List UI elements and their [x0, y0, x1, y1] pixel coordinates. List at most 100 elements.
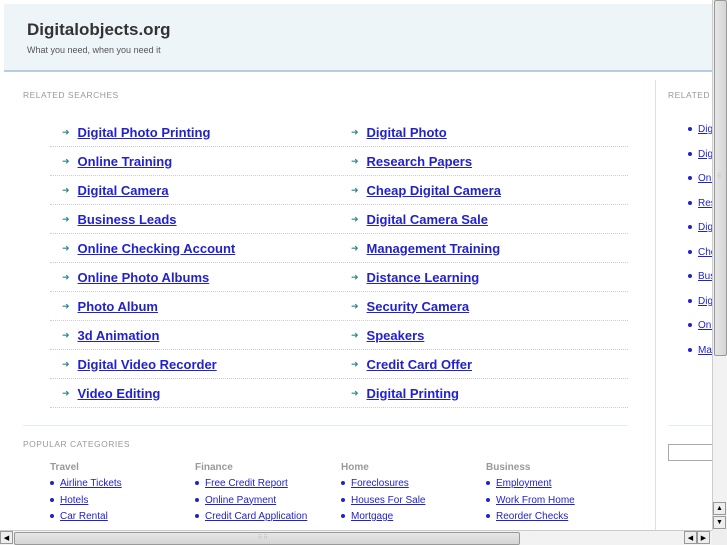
related-link[interactable]: Research Papers — [367, 154, 473, 169]
header: Digitalobjects.org What you need, when y… — [4, 4, 712, 72]
related-link[interactable]: Photo Album — [78, 299, 158, 314]
category-item: Car Rental — [50, 511, 190, 528]
related-link[interactable]: Online Checking Account — [78, 241, 236, 256]
related-row: ➜ Digital Photo Printing ➜ Digital Photo — [50, 118, 628, 147]
related-item: ➜ Research Papers — [339, 147, 628, 175]
category-link[interactable]: Employment — [496, 478, 552, 489]
scroll-left-button[interactable]: ◀ — [0, 531, 13, 544]
sidebar-related-label: RELATED — [668, 90, 711, 100]
vertical-scroll-thumb[interactable]: ⠿ — [714, 0, 727, 356]
related-link[interactable]: Digital Photo — [367, 125, 447, 140]
category-title: Finance — [195, 462, 233, 473]
category-link[interactable]: Foreclosures — [351, 478, 409, 489]
arrow-icon: ➜ — [351, 358, 359, 369]
related-item: ➜ Digital Video Recorder — [50, 350, 339, 378]
scroll-right-button[interactable]: ▶ — [697, 531, 710, 544]
search-input[interactable] — [668, 444, 712, 461]
category-link[interactable]: Car Rental — [60, 511, 108, 522]
related-item: ➜ 3d Animation — [50, 321, 339, 349]
related-link[interactable]: Security Camera — [367, 299, 470, 314]
bullet-icon — [688, 225, 692, 230]
related-item: ➜ Photo Album — [50, 292, 339, 320]
related-row: ➜ 3d Animation ➜ Speakers — [50, 321, 628, 350]
related-link[interactable]: Management Training — [367, 241, 501, 256]
related-link[interactable]: Online Training — [78, 154, 173, 169]
bullet-icon — [688, 298, 692, 303]
category-item: Employment — [486, 478, 626, 495]
category-link[interactable]: Mortgage — [351, 511, 393, 522]
arrow-icon: ➜ — [62, 329, 70, 340]
sidebar-item: Online Training — [688, 173, 712, 198]
related-link[interactable]: Distance Learning — [367, 270, 480, 285]
arrow-icon: ➜ — [351, 387, 359, 398]
category-link[interactable]: Free Credit Report — [205, 478, 288, 489]
related-link[interactable]: Credit Card Offer — [367, 357, 472, 372]
related-row: ➜ Online Photo Albums ➜ Distance Learning — [50, 263, 628, 292]
arrow-icon: ➜ — [62, 358, 70, 369]
category-item: Houses For Sale — [341, 495, 481, 512]
related-item: ➜ Security Camera — [339, 292, 628, 320]
sidebar-item: Business Leads — [688, 271, 712, 296]
related-link[interactable]: Digital Camera — [78, 183, 169, 198]
arrow-icon: ➜ — [351, 213, 359, 224]
related-row: ➜ Digital Video Recorder ➜ Credit Card Offe… — [50, 350, 628, 379]
sidebar-link[interactable]: Research Papers — [698, 198, 712, 209]
scrollbar-corner — [712, 530, 727, 545]
category-link[interactable]: Online Payment — [205, 495, 276, 506]
related-link[interactable]: Business Leads — [78, 212, 177, 227]
sidebar-link[interactable]: Digital Camera Sale — [698, 296, 712, 307]
category-item: Foreclosures — [341, 478, 481, 495]
scroll-down-button[interactable]: ▼ — [713, 516, 726, 529]
vertical-scrollbar[interactable]: ⠿ ▲ ▼ — [712, 0, 727, 530]
sidebar-link[interactable]: Management Training — [698, 345, 712, 356]
related-link[interactable]: 3d Animation — [78, 328, 160, 343]
sidebar-link[interactable]: Online Training — [698, 173, 712, 184]
related-item: ➜ Speakers — [339, 321, 628, 349]
horizontal-scroll-thumb[interactable]: ⠿⠿ — [14, 532, 520, 545]
related-link[interactable]: Digital Video Recorder — [78, 357, 217, 372]
related-item: ➜ Digital Photo — [339, 118, 628, 146]
scroll-up-button[interactable]: ▲ — [713, 502, 726, 515]
bullet-icon — [688, 151, 692, 156]
category-item: Free Credit Report — [195, 478, 335, 495]
bullet-icon — [688, 176, 692, 181]
horizontal-scrollbar[interactable]: ◀ ⠿⠿ ◀ ▶ — [0, 530, 712, 545]
category-finance: Finance Free Credit Report Online Payment C… — [195, 462, 335, 528]
category-link[interactable]: Houses For Sale — [351, 495, 425, 506]
related-item: ➜ Distance Learning — [339, 263, 628, 291]
related-row: ➜ Video Editing ➜ Digital Printing — [50, 379, 628, 408]
category-link[interactable]: Credit Card Application — [205, 511, 307, 522]
related-item: ➜ Digital Camera — [50, 176, 339, 204]
category-travel: Travel Airline Tickets Hotels Car Rental — [50, 462, 190, 528]
bullet-icon — [486, 481, 490, 486]
arrow-icon: ➜ — [351, 155, 359, 166]
site-title[interactable]: Digitalobjects.org — [27, 20, 171, 40]
related-link[interactable]: Cheap Digital Camera — [367, 183, 501, 198]
related-link[interactable]: Speakers — [367, 328, 425, 343]
sidebar-link[interactable]: Digital Photo — [698, 149, 712, 160]
category-link[interactable]: Reorder Checks — [496, 511, 568, 522]
sidebar-link[interactable]: Digital Photo Printing — [698, 124, 712, 135]
arrow-icon: ➜ — [351, 184, 359, 195]
related-link[interactable]: Digital Photo Printing — [78, 125, 211, 140]
category-business: Business Employment Work From Home Reorder … — [486, 462, 626, 528]
category-link[interactable]: Work From Home — [496, 495, 575, 506]
sidebar-link[interactable]: Cheap Digital Camera — [698, 247, 712, 258]
category-link[interactable]: Hotels — [60, 495, 88, 506]
sidebar-link[interactable]: Digital Camera — [698, 222, 712, 233]
related-link[interactable]: Digital Printing — [367, 386, 459, 401]
category-link[interactable]: Airline Tickets — [60, 478, 122, 489]
scroll-left-button-end[interactable]: ◀ — [684, 531, 697, 544]
sidebar-link[interactable]: Online Checking Account — [698, 320, 712, 331]
bullet-icon — [688, 249, 692, 254]
related-link[interactable]: Online Photo Albums — [78, 270, 210, 285]
tagline: What you need, when you need it — [27, 45, 161, 55]
sidebar-item: Digital Photo Printing — [688, 124, 712, 149]
related-link[interactable]: Digital Camera Sale — [367, 212, 488, 227]
category-item: Mortgage — [341, 511, 481, 528]
sidebar-link[interactable]: Business Leads — [698, 271, 712, 282]
category-title: Business — [486, 462, 531, 473]
arrow-icon: ➜ — [351, 300, 359, 311]
sidebar-item: Digital Photo — [688, 149, 712, 174]
related-link[interactable]: Video Editing — [78, 386, 161, 401]
